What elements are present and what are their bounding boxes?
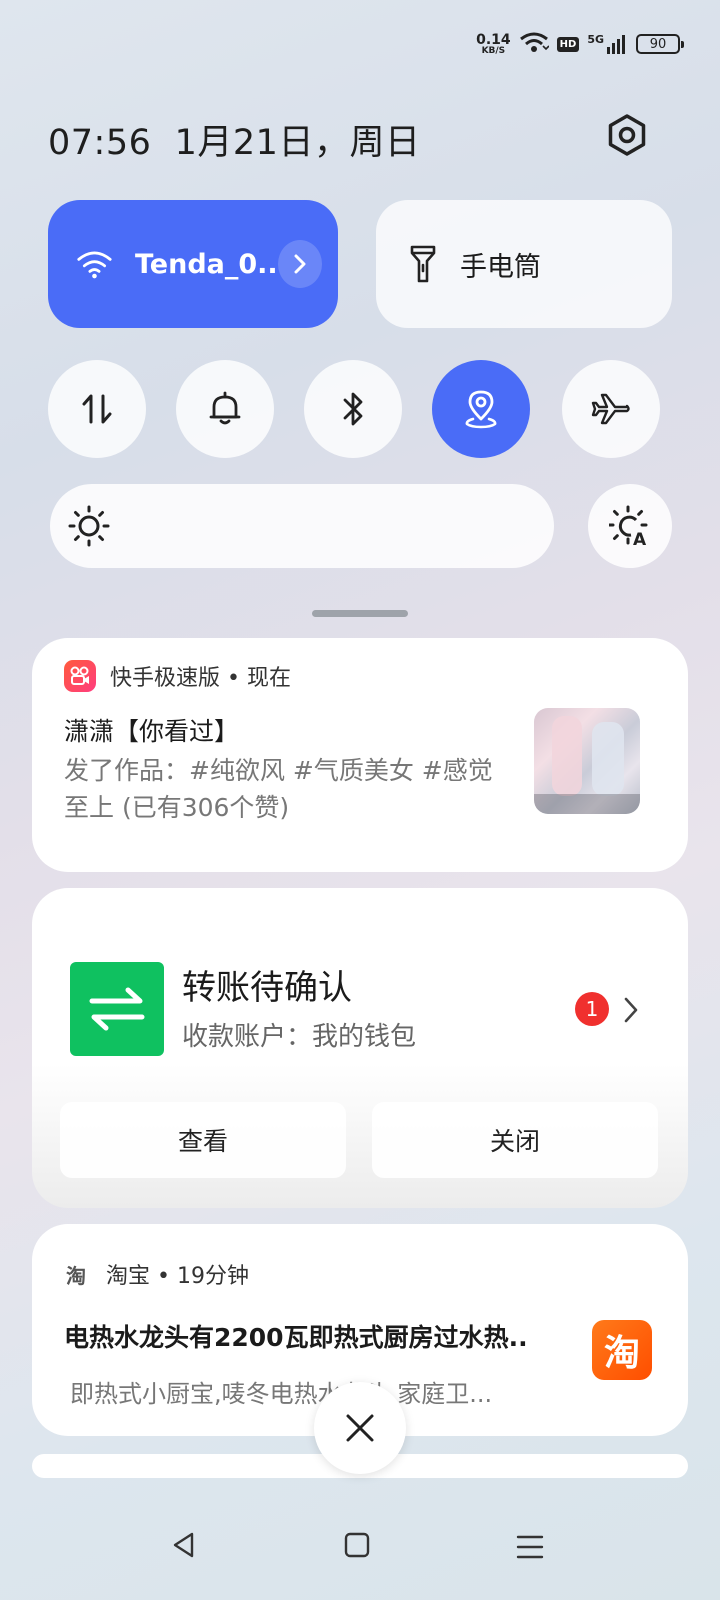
bell-icon <box>209 391 241 425</box>
network-speed: 0.14 KB/S <box>476 33 511 56</box>
taobao-app-icon: 淘 <box>592 1320 652 1380</box>
clock-time: 07:56 <box>48 123 152 163</box>
notification-body: 发了作品：#纯欲风 #气质美女 #感觉至上 (已有306个赞) <box>64 756 493 822</box>
wifi-tile[interactable]: Tenda_0.. <box>48 200 338 328</box>
separator: • <box>150 1264 177 1289</box>
flashlight-label: 手电筒 <box>460 251 541 283</box>
cellular-type-label: 5G <box>587 33 604 46</box>
notification-transfer[interactable]: 转账待确认 收款账户：我的钱包 1 查看 关闭 <box>32 888 688 1208</box>
hd-icon: HD <box>556 36 580 52</box>
status-bar: 0.14 KB/S HD 5G 90 <box>476 28 684 60</box>
clear-all-notifications-button[interactable] <box>314 1382 406 1474</box>
wifi-network-name: Tenda_0.. <box>134 248 278 280</box>
kuaishou-app-icon <box>64 660 96 692</box>
mobile-data-toggle[interactable] <box>48 360 146 458</box>
back-triangle-icon <box>173 1532 194 1558</box>
transfer-title: 转账待确认 <box>182 968 352 1008</box>
gear-icon <box>608 114 646 156</box>
airplane-mode-toggle[interactable] <box>562 360 660 458</box>
unread-count-badge: 1 <box>575 992 609 1026</box>
transfer-subtitle: 收款账户：我的钱包 <box>182 1022 417 1052</box>
taobao-small-icon: 淘 <box>66 1263 86 1288</box>
battery-icon: 90 <box>636 34 684 54</box>
nav-home-button[interactable] <box>344 1532 370 1562</box>
notification-time: 现在 <box>246 666 291 691</box>
location-pin-icon <box>465 390 497 429</box>
transfer-arrows-icon <box>89 987 145 1031</box>
flashlight-icon <box>410 245 436 283</box>
bluetooth-toggle[interactable] <box>304 360 402 458</box>
airplane-icon <box>591 393 630 425</box>
close-button[interactable]: 关闭 <box>372 1102 658 1178</box>
view-button[interactable]: 查看 <box>60 1102 346 1178</box>
sun-icon <box>68 505 110 547</box>
battery-level: 90 <box>649 36 667 52</box>
auto-brightness-toggle[interactable]: A <box>588 484 672 568</box>
svg-text:A: A <box>633 530 647 547</box>
home-square-icon <box>344 1532 370 1558</box>
date-time-header: 07:56 1月21日，周日 <box>48 114 420 165</box>
notification-thumbnail <box>534 708 640 814</box>
wifi-details-button[interactable] <box>277 240 322 288</box>
ring-mode-toggle[interactable] <box>176 360 274 458</box>
notification-header: 淘 淘宝 • 19分钟 <box>66 1258 249 1290</box>
notification-kuaishou[interactable]: 快手极速版 • 现在 潇潇【你看过】 发了作品：#纯欲风 #气质美女 #感觉至上… <box>32 638 688 872</box>
settings-button[interactable] <box>604 112 650 158</box>
app-name: 淘宝 <box>106 1264 151 1289</box>
location-toggle[interactable] <box>432 360 530 458</box>
wifi-icon <box>77 251 112 279</box>
network-speed-unit: KB/S <box>481 45 506 56</box>
app-name: 快手极速版 <box>110 666 221 691</box>
cellular-signal-icon: 5G <box>587 33 628 55</box>
flashlight-tile[interactable]: 手电筒 <box>376 200 672 328</box>
notification-time: 19分钟 <box>176 1264 249 1289</box>
date-text: 1月21日，周日 <box>174 123 421 163</box>
close-icon <box>346 1414 374 1442</box>
brightness-slider[interactable] <box>50 484 554 568</box>
notification-title: 潇潇【你看过】 <box>64 717 240 746</box>
nav-menu-button[interactable] <box>516 1534 544 1564</box>
chevron-right-icon <box>294 254 306 274</box>
notification-header: 快手极速版 • 现在 <box>64 660 291 692</box>
bluetooth-icon <box>343 392 363 426</box>
auto-brightness-icon: A <box>609 505 648 547</box>
panel-drag-handle[interactable] <box>312 610 408 617</box>
mobile-data-icon <box>82 394 112 424</box>
menu-icon <box>516 1535 544 1559</box>
separator: • <box>220 666 247 691</box>
transfer-app-icon <box>70 962 164 1056</box>
chevron-right-icon <box>624 997 638 1023</box>
nav-back-button[interactable] <box>170 1530 198 1564</box>
notification-title: 电热水龙头有2200瓦即热式厨房过水热.. <box>64 1323 528 1352</box>
network-speed-value: 0.14 <box>476 31 511 48</box>
wifi-status-icon <box>519 31 550 57</box>
